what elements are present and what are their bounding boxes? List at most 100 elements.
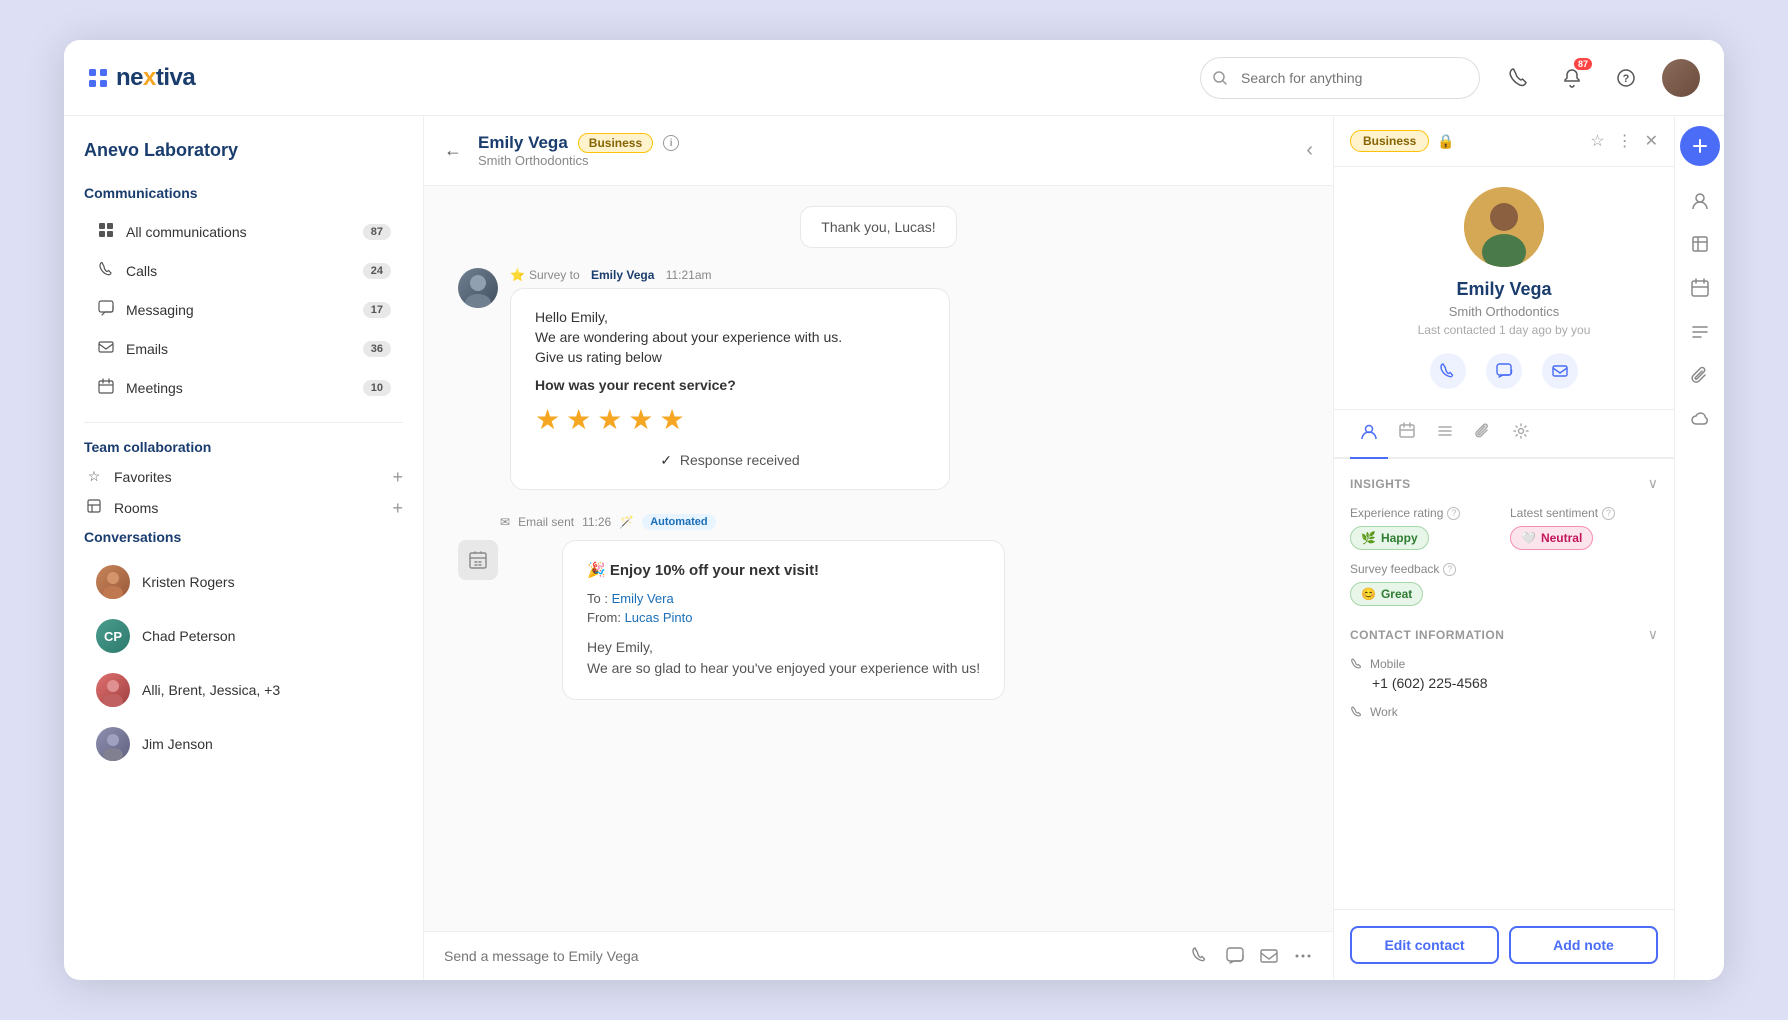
rp-email-button[interactable] xyxy=(1542,353,1578,389)
help-button[interactable]: ? xyxy=(1608,60,1644,96)
rs-cloud-button[interactable] xyxy=(1680,400,1720,440)
sidebar-item-calls[interactable]: Calls 24 xyxy=(84,252,403,289)
experience-help-icon[interactable]: ? xyxy=(1447,507,1460,520)
star-1: ★ xyxy=(535,403,560,436)
rp-chat-button[interactable] xyxy=(1486,353,1522,389)
experience-rating: Experience rating ? 🌿 Happy xyxy=(1350,506,1498,550)
add-action-button[interactable] xyxy=(1680,126,1720,166)
sidebar-item-meetings[interactable]: Meetings 10 xyxy=(84,369,403,406)
nav-actions: 87 ? xyxy=(1500,59,1700,97)
info-icon[interactable]: i xyxy=(663,135,679,151)
rs-attachment-button[interactable] xyxy=(1680,356,1720,396)
survey-body2: Give us rating below xyxy=(535,349,925,365)
emails-icon xyxy=(96,339,116,358)
bell-icon xyxy=(1561,67,1583,89)
conv-jim-jenson[interactable]: Jim Jenson xyxy=(84,719,403,769)
conv-chad-peterson[interactable]: CP Chad Peterson xyxy=(84,611,403,661)
emails-badge: 36 xyxy=(363,341,391,357)
rp-contact-name: Emily Vega xyxy=(1456,279,1551,300)
rs-calendar-button[interactable] xyxy=(1680,268,1720,308)
check-icon: ✓ xyxy=(660,452,672,468)
happy-emoji: 🌿 xyxy=(1361,531,1376,545)
sidebar-item-emails[interactable]: Emails 36 xyxy=(84,330,403,367)
rs-attachment-icon xyxy=(1690,366,1710,386)
rp-phone-icon xyxy=(1439,362,1457,380)
chat-messages: Thank you, Lucas! ⭐ xyxy=(424,186,1333,931)
edit-contact-button[interactable]: Edit contact xyxy=(1350,926,1499,964)
contact-info-title: CONTACT INFORMATION xyxy=(1350,628,1504,642)
notification-badge: 87 xyxy=(1574,58,1592,70)
rs-building-icon xyxy=(1690,234,1710,254)
notifications-button[interactable]: 87 xyxy=(1554,60,1590,96)
add-favorites-button[interactable]: + xyxy=(392,467,403,488)
sidebar-item-messaging[interactable]: Messaging 17 xyxy=(84,291,403,328)
rp-contact-company: Smith Orthodontics xyxy=(1449,304,1560,319)
wand-icon: 🪄 xyxy=(619,515,634,529)
group-avatar-img xyxy=(96,673,130,707)
survey-content: ⭐ Survey to Emily Vega 11:21am Hello Emi… xyxy=(510,268,1309,490)
app-container: nextiva xyxy=(64,40,1724,980)
sentiment-help-icon[interactable]: ? xyxy=(1602,507,1615,520)
rs-calendar-icon xyxy=(1690,278,1710,298)
conversations-label: Conversations xyxy=(84,529,403,545)
sidebar-item-all-communications[interactable]: All communications 87 xyxy=(84,213,403,250)
company-name: Anevo Laboratory xyxy=(84,140,403,161)
bubble-icon xyxy=(1225,946,1245,966)
conv-kristen-rogers[interactable]: Kristen Rogers xyxy=(84,557,403,607)
add-rooms-button[interactable]: + xyxy=(392,498,403,519)
emails-label: Emails xyxy=(126,341,363,357)
rp-star-button[interactable]: ☆ xyxy=(1590,131,1604,151)
rp-phone-button[interactable] xyxy=(1430,353,1466,389)
sidebar-item-favorites[interactable]: ☆ Favorites xyxy=(84,468,392,485)
more-options-button[interactable] xyxy=(1293,946,1313,966)
email-icon-wrapper xyxy=(458,540,498,580)
rp-tab-calendar[interactable] xyxy=(1388,410,1426,457)
rp-tab-list[interactable] xyxy=(1426,410,1464,457)
conv-group[interactable]: Alli, Brent, Jessica, +3 xyxy=(84,665,403,715)
messaging-badge: 17 xyxy=(363,302,391,318)
contact-info-chevron[interactable]: ∨ xyxy=(1648,626,1658,643)
search-input[interactable] xyxy=(1200,57,1480,99)
rs-list-button[interactable] xyxy=(1680,312,1720,352)
email-icon xyxy=(1259,946,1279,966)
message-input[interactable] xyxy=(444,948,1179,964)
calls-icon xyxy=(96,261,116,280)
sidebar: Anevo Laboratory Communications All comm… xyxy=(64,116,424,980)
conv-avatar-group xyxy=(96,673,130,707)
chat-header: ← Emily Vega Business i Smith Orthodonti… xyxy=(424,116,1333,186)
survey-help-icon[interactable]: ? xyxy=(1443,563,1456,576)
sidebar-item-rooms[interactable]: Rooms xyxy=(84,499,392,516)
rs-building-button[interactable] xyxy=(1680,224,1720,264)
chat-bubble-button[interactable] xyxy=(1225,946,1245,966)
call-input-button[interactable] xyxy=(1191,946,1211,966)
phone-button[interactable] xyxy=(1500,60,1536,96)
email-card: 🎉 Enjoy 10% off your next visit! To : Em… xyxy=(562,540,1005,700)
svg-text:?: ? xyxy=(1623,73,1630,85)
all-comms-icon xyxy=(96,222,116,241)
search-icon xyxy=(1212,70,1228,86)
rp-contact-actions xyxy=(1430,353,1578,389)
contact-avatar xyxy=(1464,187,1544,267)
calls-badge: 24 xyxy=(363,263,391,279)
rooms-icon xyxy=(84,499,104,516)
back-button[interactable]: ← xyxy=(444,140,462,161)
user-avatar[interactable] xyxy=(1662,59,1700,97)
insights-grid: Experience rating ? 🌿 Happy L xyxy=(1350,506,1658,550)
rp-tab-settings[interactable] xyxy=(1502,410,1540,457)
email-sent-header: ✉ Email sent 11:26 🪄 Automated xyxy=(448,514,1309,530)
top-nav: nextiva xyxy=(64,40,1724,116)
rp-tab-profile[interactable] xyxy=(1350,410,1388,459)
team-collab-title: Team collaboration xyxy=(84,439,403,455)
rs-profile-button[interactable] xyxy=(1680,180,1720,220)
rp-tab-attach[interactable] xyxy=(1464,410,1502,457)
insights-chevron[interactable]: ∨ xyxy=(1648,475,1658,492)
email-input-button[interactable] xyxy=(1259,946,1279,966)
add-note-button[interactable]: Add note xyxy=(1509,926,1658,964)
rp-close-button[interactable]: ✕ xyxy=(1645,131,1658,151)
rp-more-button[interactable]: ⋮ xyxy=(1617,131,1633,151)
collapse-panel-button[interactable]: ‹ xyxy=(1306,139,1313,162)
building-icon xyxy=(467,549,489,571)
chat-contact-sub: Smith Orthodontics xyxy=(478,153,1306,168)
search-bar[interactable] xyxy=(1200,57,1480,99)
survey-avatar xyxy=(458,268,498,308)
